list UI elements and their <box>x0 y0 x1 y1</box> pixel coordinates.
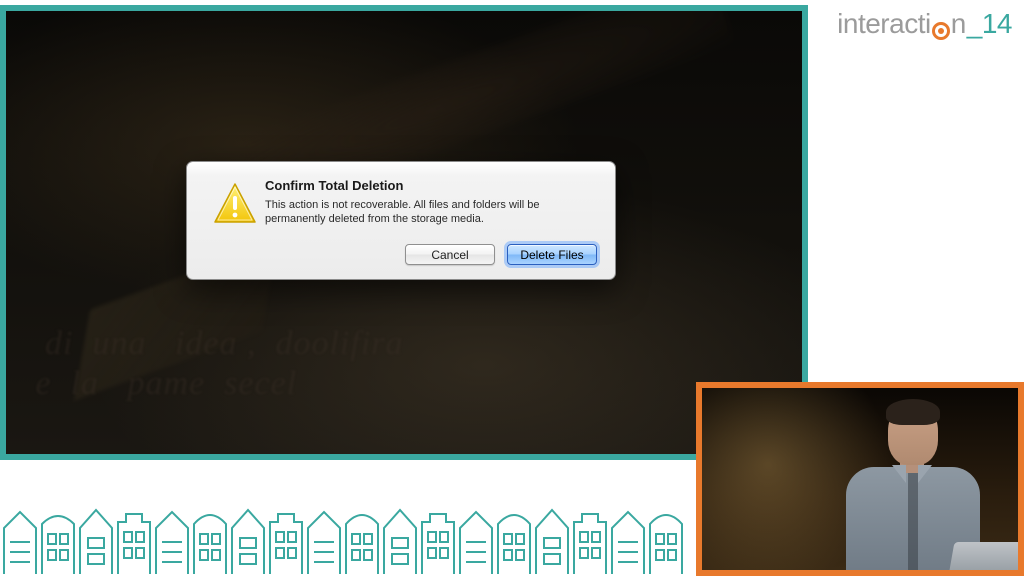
cancel-button[interactable]: Cancel <box>405 244 495 265</box>
presentation-slide: di una idea , doolifira e la pame secel <box>0 5 808 460</box>
handwriting-decor: di una idea , doolifira e la pame secel <box>6 324 802 444</box>
dialog-sheen <box>187 162 615 176</box>
warning-icon <box>205 178 265 228</box>
delete-files-button-label: Delete Files <box>520 248 583 262</box>
brand-text-2: n <box>951 8 966 40</box>
dialog-message: This action is not recoverable. All file… <box>265 198 597 227</box>
brand-suffix: _14 <box>967 8 1012 40</box>
dialog-title: Confirm Total Deletion <box>265 178 597 193</box>
delete-files-button[interactable]: Delete Files <box>507 244 597 265</box>
brand-o-icon <box>932 22 950 40</box>
confirm-dialog: Confirm Total Deletion This action is no… <box>186 161 616 280</box>
brand-text-1: interacti <box>837 8 931 40</box>
buildings-silhouette <box>0 498 700 576</box>
brand-logo: interacti n _14 <box>837 8 1012 40</box>
cancel-button-label: Cancel <box>431 248 468 262</box>
speaker-video <box>696 382 1024 576</box>
speaker-laptop <box>950 542 1024 570</box>
